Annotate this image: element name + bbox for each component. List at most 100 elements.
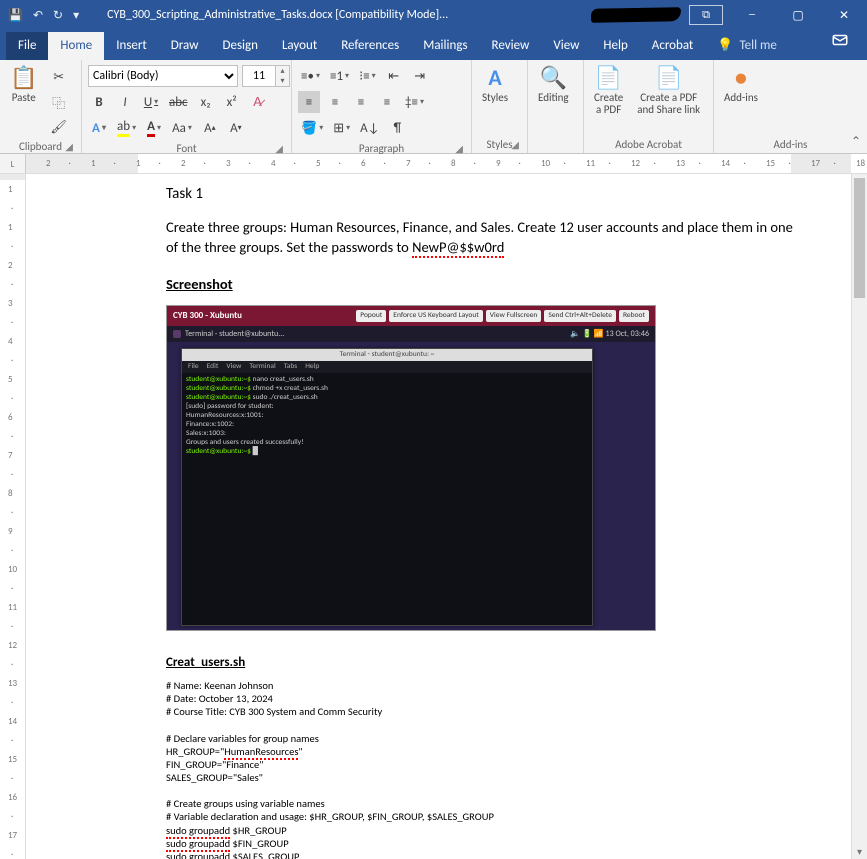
tab-view[interactable]: View [541,32,591,60]
shrink-font-button[interactable]: A▾ [225,117,247,139]
tab-file[interactable]: File [6,32,48,60]
group-editing: 🔍Editing [528,60,584,153]
vm-toolbar-button: Enforce US Keyboard Layout [389,310,483,322]
scrollbar-thumb[interactable] [854,178,865,298]
ruler-tick: 2 [8,260,13,271]
strikethrough-button[interactable]: abc [166,91,191,113]
tell-me[interactable]: 💡Tell me [705,32,789,60]
terminal-menu-item: File [188,362,199,372]
pdf-icon: 📄 [595,66,622,90]
tab-references[interactable]: References [329,32,411,60]
heading-task: Task 1 [166,184,796,204]
bold-button[interactable]: B [88,91,110,113]
save-icon[interactable]: 💾 [8,8,23,23]
decrease-indent-button[interactable]: ⇤ [383,65,405,87]
align-center-button[interactable]: ≡ [324,91,346,113]
align-left-button[interactable]: ≡ [298,91,320,113]
vertical-scrollbar[interactable]: ▴ ▾ [851,174,867,859]
dialog-launcher-icon[interactable]: ◢ [63,140,75,153]
tab-mailings[interactable]: Mailings [411,32,479,60]
underline-button[interactable]: U [140,91,162,113]
share-icon [831,31,849,49]
format-painter-icon[interactable]: 🖌 [47,116,70,138]
grow-font-button[interactable]: A▴ [199,117,221,139]
borders-button[interactable]: ⊞ [330,117,353,139]
increase-indent-button[interactable]: ⇥ [409,65,431,87]
ruler-tick: 18 [856,158,865,169]
code-line: # Declare variables for group names [166,732,796,745]
create-pdf-button[interactable]: 📄Create a PDF [590,64,627,118]
numbering-button[interactable]: ≡1 [327,65,352,87]
tab-home[interactable]: Home [48,32,104,60]
superscript-button[interactable]: x² [221,91,243,113]
ruler-horizontal[interactable]: L 2·1·1·2·3·4·5·6·7·8·9·10·11·12·13·14·1… [0,154,867,174]
document-pane[interactable]: Task 1 Create three groups: Human Resour… [26,174,851,859]
tab-layout[interactable]: Layout [270,32,329,60]
scroll-down-icon[interactable]: ▾ [852,843,867,859]
styles-button[interactable]: AStyles [478,64,512,106]
text-effects-button[interactable]: A [88,117,110,139]
copy-icon[interactable]: ⿻ [47,91,70,113]
font-size-input[interactable] [242,65,276,87]
ruler-tick: 12 [631,158,640,169]
ribbon-display-options-icon[interactable]: ⧉ [689,5,723,25]
ruler-tick: 5 [316,158,321,169]
dialog-launcher-icon[interactable]: ◢ [509,138,521,151]
shading-button[interactable]: 🪣 [298,117,326,139]
terminal-line: Finance:x:1002: [186,420,588,429]
redacted-area [591,6,681,24]
justify-button[interactable]: ≡ [376,91,398,113]
share-button[interactable] [819,25,861,60]
font-size-stepper[interactable]: ▴▾ [276,65,290,87]
ruler-tick: 17 [8,830,17,841]
script-title: Creat_users.sh [166,655,796,671]
qat-customize-icon[interactable]: ▾ [73,8,79,23]
maximize-button[interactable]: ▢ [775,0,821,30]
ruler-tick: 11 [8,602,17,613]
multilevel-button[interactable]: ⁝≡ [356,65,379,87]
lightbulb-icon: 💡 [717,38,733,53]
ribbon-tabs: File Home Insert Draw Design Layout Refe… [0,30,867,60]
change-case-button[interactable]: Aa [169,117,195,139]
clear-formatting-icon[interactable]: A̷ [247,91,269,113]
editing-button[interactable]: 🔍Editing [534,64,573,106]
script-text: Creat_users.sh # Name: Keenan Johnson# D… [166,655,796,859]
bullets-button[interactable]: ≡• [298,65,323,87]
minimize-button[interactable]: ─ [729,0,775,30]
highlight-button[interactable]: ab [114,117,139,139]
addins-button[interactable]: ●Add-ins [720,64,762,106]
redo-icon[interactable]: ↻ [53,8,63,23]
italic-button[interactable]: I [114,91,136,113]
cut-icon[interactable]: ✂ [47,66,70,88]
sort-button[interactable]: A↓ [357,117,382,139]
collapse-ribbon-icon[interactable]: ⌃ [851,134,861,149]
vm-toolbar-button: Popout [356,310,386,322]
tab-help[interactable]: Help [591,32,639,60]
ruler-tick: 1 [91,158,96,169]
align-right-button[interactable]: ≡ [350,91,372,113]
tab-draw[interactable]: Draw [159,32,211,60]
ruler-tick: 4 [8,336,13,347]
undo-icon[interactable]: ↶ [33,8,43,23]
subscript-button[interactable]: x₂ [195,91,217,113]
group-label: Clipboard [19,140,62,153]
ruler-vertical[interactable]: 1·1·2·3·4·5·6·7·8·9·10·11·12·13·14·15·16… [0,174,26,859]
group-label: Add-ins [720,136,861,151]
tab-selector[interactable]: L [0,154,26,174]
ruler-tick: 9 [8,526,13,537]
line-spacing-button[interactable]: ‡≡ [402,91,427,113]
tab-review[interactable]: Review [480,32,542,60]
tab-insert[interactable]: Insert [104,32,159,60]
font-color-button[interactable]: A [143,117,165,139]
show-marks-button[interactable]: ¶ [386,117,408,139]
tab-design[interactable]: Design [210,32,269,60]
share-pdf-button[interactable]: 📄Create a PDF and Share link [633,64,704,118]
font-name-select[interactable]: Calibri (Body) [88,65,238,87]
tab-acrobat[interactable]: Acrobat [640,32,706,60]
terminal-line: student@xubuntu:~$ nano creat_users.sh [186,375,588,384]
ruler-tick: 1 [8,222,13,233]
page: Task 1 Create three groups: Human Resour… [26,174,836,859]
paste-button[interactable]: 📋 Paste [6,64,41,106]
ruler-tick: 13 [8,678,17,689]
ruler-tick: 2 [46,158,51,169]
